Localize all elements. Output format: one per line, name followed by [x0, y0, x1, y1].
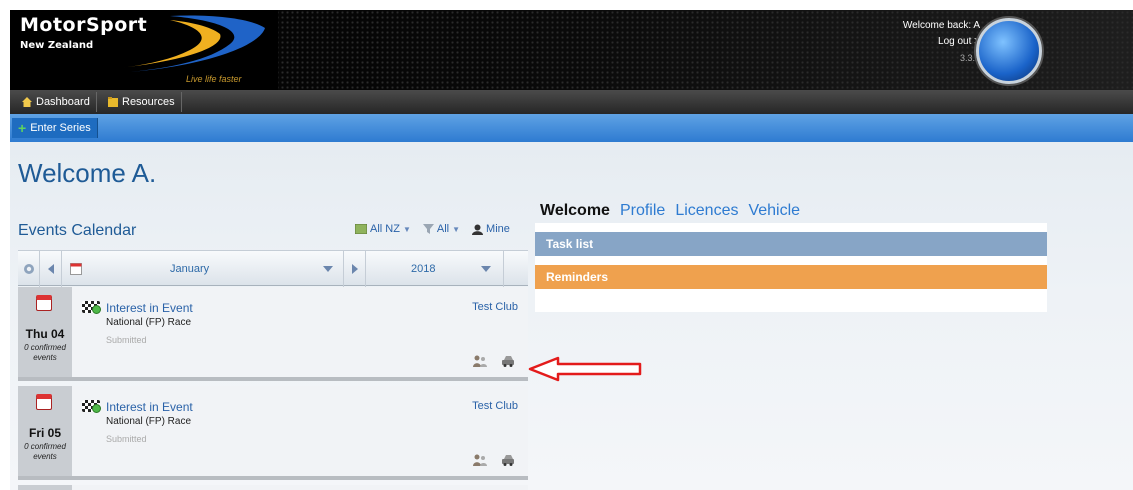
car-icon[interactable] [501, 355, 515, 367]
profile-tabs: Welcome Profile Licences Vehicle [540, 202, 800, 220]
region-filter[interactable]: All NZ ▼ [355, 223, 411, 235]
chevron-down-icon: ▼ [452, 224, 461, 234]
event-club[interactable]: Test Club [472, 400, 518, 412]
month-select[interactable]: January [62, 251, 344, 287]
logo-tagline: Live life faster [186, 74, 242, 84]
menu-resources[interactable]: Resources [102, 92, 182, 112]
status-dot-icon [92, 404, 101, 413]
site-header: MotorSport New Zealand Live life faster … [10, 10, 1133, 90]
event-date: Thu 04 0 confirmed events [18, 287, 72, 377]
msnz-badge-icon [976, 18, 1042, 84]
arrow-right-icon [351, 264, 358, 274]
tab-vehicle[interactable]: Vehicle [748, 202, 800, 220]
calendar-icon [36, 295, 52, 311]
chevron-down-icon [481, 266, 491, 272]
confirmed-count: 0 confirmed events [24, 343, 66, 362]
calendar-navigation: January 2018 [18, 250, 528, 287]
type-filter-label: All [436, 223, 450, 235]
month-label: January [170, 263, 210, 275]
enter-series-button[interactable]: + Enter Series [12, 118, 98, 138]
region-filter-label: All NZ [370, 223, 400, 235]
enter-series-label: Enter Series [30, 122, 91, 134]
chevron-down-icon: ▼ [402, 224, 411, 234]
tab-panel: Task list Reminders [535, 223, 1047, 312]
event-date [18, 485, 72, 490]
refresh-button[interactable] [18, 251, 40, 287]
calendar-icon [36, 394, 52, 410]
logout-link[interactable]: Log out > [903, 34, 980, 50]
menu-dashboard[interactable]: Dashboard [16, 92, 97, 112]
brand-logo[interactable]: MotorSport New Zealand Live life faster [10, 10, 278, 90]
people-icon[interactable] [473, 355, 487, 367]
status-dot-icon [92, 305, 101, 314]
funnel-icon [422, 224, 434, 234]
folder-icon [108, 97, 118, 107]
home-icon [22, 97, 32, 107]
tab-licences[interactable]: Licences [675, 202, 738, 220]
event-row [18, 485, 528, 490]
confirmed-count: 0 confirmed events [24, 442, 66, 461]
event-date: Fri 05 0 confirmed events [18, 386, 72, 476]
app-window: MotorSport New Zealand Live life faster … [10, 10, 1133, 490]
event-status: Submitted [106, 335, 147, 345]
event-list: Thu 04 0 confirmed events Interest in Ev… [18, 287, 528, 490]
plus-icon: + [18, 120, 27, 136]
annotation-arrow-icon [528, 356, 642, 382]
year-select[interactable]: 2018 [366, 251, 504, 287]
event-row[interactable]: Thu 04 0 confirmed events Interest in Ev… [18, 287, 528, 381]
refresh-icon [23, 264, 34, 274]
event-row[interactable]: Fri 05 0 confirmed events Interest in Ev… [18, 386, 528, 480]
arrow-left-icon [47, 264, 54, 274]
event-club[interactable]: Test Club [472, 301, 518, 313]
tab-welcome[interactable]: Welcome [540, 202, 610, 220]
year-label: 2018 [411, 263, 436, 275]
mine-filter[interactable]: Mine [472, 223, 510, 235]
people-icon[interactable] [473, 454, 487, 466]
event-day: Thu 04 [25, 327, 65, 341]
type-filter[interactable]: All ▼ [422, 223, 461, 235]
map-icon [355, 224, 367, 234]
next-month-button[interactable] [344, 251, 366, 287]
menu-resources-label: Resources [122, 96, 175, 108]
user-area: Welcome back: A Log out > 3.3.6 [903, 18, 980, 66]
logo-title: MotorSport [20, 14, 148, 36]
event-title[interactable]: Interest in Event [106, 400, 193, 414]
menu-dashboard-label: Dashboard [36, 96, 90, 108]
event-subtitle: National (FP) Race [106, 416, 192, 427]
calendar-icon [70, 263, 82, 275]
event-subtitle: National (FP) Race [106, 317, 192, 328]
chevron-down-icon [323, 266, 333, 272]
prev-month-button[interactable] [40, 251, 62, 287]
event-status: Submitted [106, 434, 147, 444]
user-icon [472, 224, 484, 235]
welcome-text: Welcome back: A [902, 20, 980, 31]
calendar-filters: All NZ ▼ All ▼ Mine [355, 223, 510, 235]
action-bar: + Enter Series [10, 114, 1133, 142]
reminders-header[interactable]: Reminders [535, 265, 1047, 289]
main-menu: Dashboard Resources [10, 90, 1133, 114]
calendar-title: Events Calendar [18, 222, 137, 239]
logo-subtitle: New Zealand [20, 40, 94, 51]
version-label: 3.3.6 [959, 53, 980, 63]
event-title[interactable]: Interest in Event [106, 301, 193, 315]
car-icon[interactable] [501, 454, 515, 466]
tab-profile[interactable]: Profile [620, 202, 665, 220]
task-list-header[interactable]: Task list [535, 232, 1047, 256]
mine-filter-label: Mine [486, 223, 510, 235]
page-title: Welcome A. [18, 158, 157, 188]
event-day: Fri 05 [28, 426, 61, 440]
